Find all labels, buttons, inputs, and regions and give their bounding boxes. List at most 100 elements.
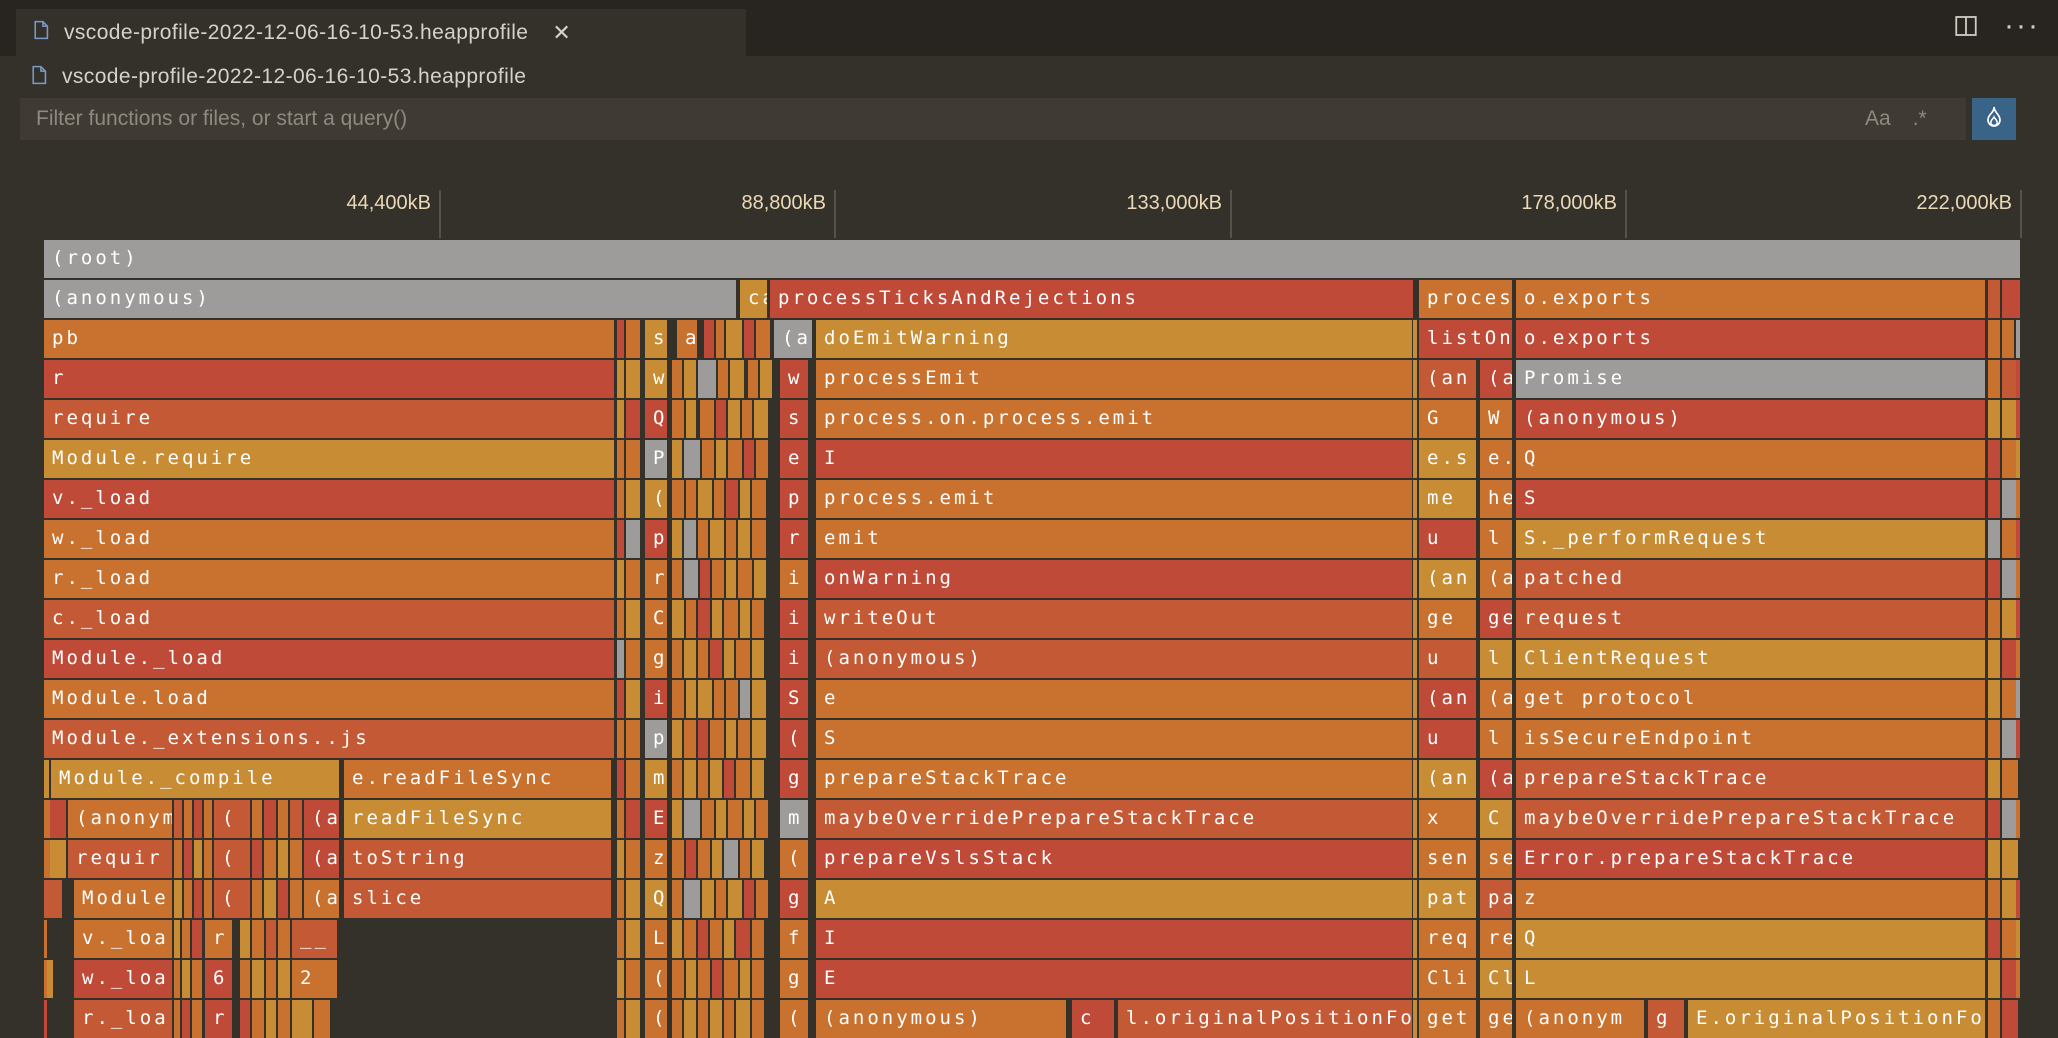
flame-cell[interactable]: proces — [1419, 280, 1512, 318]
flame-cell-sliver[interactable] — [2016, 640, 2020, 678]
flame-cell[interactable]: x — [1419, 800, 1476, 838]
flame-cell-sliver[interactable] — [278, 920, 290, 958]
flame-cell-sliver[interactable] — [1988, 360, 2000, 398]
flame-cell[interactable]: pat — [1419, 880, 1476, 918]
flame-cell-sliver[interactable] — [740, 480, 750, 518]
flame-cell[interactable]: z — [645, 840, 667, 878]
flame-cell[interactable]: (a — [304, 800, 339, 838]
flame-cell[interactable]: Promise — [1516, 360, 1985, 398]
flame-cell-sliver[interactable] — [617, 880, 624, 918]
flame-cell-sliver[interactable] — [617, 680, 624, 718]
flame-cell-sliver[interactable] — [2002, 960, 2016, 998]
flame-cell-sliver[interactable] — [710, 720, 724, 758]
flame-cell[interactable]: ca — [740, 280, 767, 318]
flame-cell[interactable]: ( — [780, 840, 808, 878]
flame-cell-sliver[interactable] — [752, 640, 764, 678]
flame-cell-sliver[interactable] — [252, 800, 262, 838]
flame-cell-sliver[interactable] — [726, 680, 738, 718]
flame-cell[interactable]: maybeOverridePrepareStackTrace — [816, 800, 1412, 838]
flame-cell-sliver[interactable] — [278, 800, 288, 838]
flame-cell[interactable]: W — [1480, 400, 1512, 438]
flame-cell-sliver[interactable] — [752, 920, 764, 958]
flame-cell[interactable]: re — [1480, 920, 1512, 958]
flame-cell[interactable]: req — [1419, 920, 1476, 958]
flame-cell-sliver[interactable] — [712, 560, 724, 598]
flame-cell-sliver[interactable] — [756, 800, 768, 838]
flame-cell[interactable]: prepareStackTrace — [816, 760, 1412, 798]
flame-cell-sliver[interactable] — [684, 640, 696, 678]
flame-cell-sliver[interactable] — [617, 920, 624, 958]
flame-cell-sliver[interactable] — [672, 680, 684, 718]
flame-cell-sliver[interactable] — [50, 800, 66, 838]
flame-cell-sliver[interactable] — [748, 360, 758, 398]
flame-cell[interactable]: prepareVslsStack — [816, 840, 1412, 878]
flame-cell[interactable]: Module._extensions..js — [44, 720, 614, 758]
flame-cell[interactable]: Cli — [1419, 960, 1476, 998]
flame-cell[interactable]: G — [1419, 400, 1476, 438]
flame-cell[interactable]: C — [1480, 800, 1512, 838]
flame-cell[interactable]: (a — [1480, 360, 1512, 398]
flame-cell[interactable]: c._load — [44, 600, 614, 638]
flame-cell-sliver[interactable] — [726, 320, 742, 358]
flame-cell[interactable]: z — [1516, 880, 1985, 918]
flame-cell[interactable]: E — [816, 960, 1412, 998]
flame-cell-sliver[interactable] — [672, 960, 684, 998]
flame-cell-sliver[interactable] — [1413, 400, 1417, 438]
flame-cell-sliver[interactable] — [626, 480, 640, 518]
flame-cell[interactable]: r — [44, 360, 614, 398]
flame-cell[interactable]: (anonym — [1516, 1000, 1644, 1038]
flame-cell-sliver[interactable] — [2002, 760, 2018, 798]
flame-cell-sliver[interactable] — [617, 760, 624, 798]
flame-cell-sliver[interactable] — [710, 520, 724, 558]
flame-cell[interactable]: l — [1480, 720, 1512, 758]
flame-cell-sliver[interactable] — [752, 520, 766, 558]
flame-cell-sliver[interactable] — [626, 600, 640, 638]
flame-cell[interactable]: e — [816, 680, 1412, 718]
flame-cell-sliver[interactable] — [672, 560, 682, 598]
flame-cell-sliver[interactable] — [1988, 960, 2000, 998]
flame-cell[interactable]: l — [1480, 640, 1512, 678]
flame-cell-sliver[interactable] — [744, 800, 754, 838]
flame-cell[interactable]: (anonym — [68, 800, 172, 838]
flame-cell-sliver[interactable] — [240, 1000, 250, 1038]
flame-cell[interactable]: processTicksAndRejections — [770, 280, 1413, 318]
flame-cell-sliver[interactable] — [266, 960, 276, 998]
flame-cell[interactable]: o.exports — [1516, 320, 1985, 358]
flame-cell[interactable]: patched — [1516, 560, 1985, 598]
flame-cell-sliver[interactable] — [672, 440, 682, 478]
flame-cell-sliver[interactable] — [756, 880, 768, 918]
flame-cell[interactable]: process.emit — [816, 480, 1412, 518]
flame-cell[interactable]: ( — [780, 1000, 808, 1038]
flame-cell-sliver[interactable] — [2002, 440, 2016, 478]
flame-cell[interactable]: process.on.process.emit — [816, 400, 1412, 438]
flame-cell-sliver[interactable] — [698, 720, 708, 758]
flame-cell-sliver[interactable] — [1988, 320, 2000, 358]
flame-cell-sliver[interactable] — [752, 600, 764, 638]
flame-cell-sliver[interactable] — [2016, 920, 2020, 958]
flame-cell-sliver[interactable] — [740, 680, 750, 718]
flame-cell-sliver[interactable] — [684, 360, 696, 398]
flame-cell-sliver[interactable] — [626, 760, 640, 798]
flame-cell[interactable]: a — [677, 320, 697, 358]
flame-cell-sliver[interactable] — [264, 840, 276, 878]
flame-cell-sliver[interactable] — [617, 600, 624, 638]
flame-cell-sliver[interactable] — [698, 600, 710, 638]
flame-cell[interactable]: p — [780, 480, 808, 518]
flame-cell-sliver[interactable] — [724, 960, 738, 998]
flame-cell-sliver[interactable] — [742, 400, 752, 438]
flame-cell-sliver[interactable] — [626, 440, 640, 478]
flame-cell-sliver[interactable] — [2016, 480, 2020, 518]
flame-cell-sliver[interactable] — [726, 720, 736, 758]
flame-cell-sliver[interactable] — [686, 680, 696, 718]
flame-cell-sliver[interactable] — [700, 400, 714, 438]
flame-cell-sliver[interactable] — [1413, 600, 1417, 638]
flame-cell[interactable]: A — [816, 880, 1412, 918]
flame-cell-sliver[interactable] — [2016, 440, 2020, 478]
flame-cell-sliver[interactable] — [617, 640, 624, 678]
flame-cell[interactable]: m — [645, 760, 667, 798]
flame-cell-sliver[interactable] — [724, 920, 734, 958]
flame-cell-sliver[interactable] — [2002, 520, 2016, 558]
flame-cell-sliver[interactable] — [44, 760, 49, 798]
flame-cell-sliver[interactable] — [712, 600, 722, 638]
flame-cell[interactable]: (an — [1419, 360, 1476, 398]
